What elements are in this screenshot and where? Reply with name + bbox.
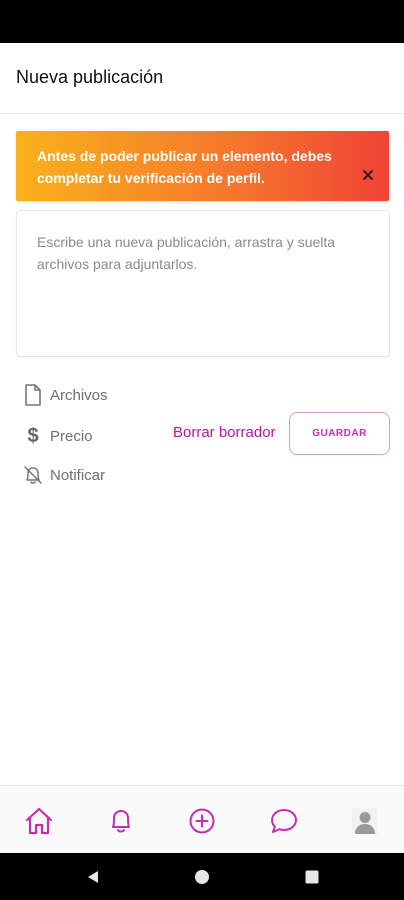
file-icon bbox=[22, 384, 44, 406]
close-icon[interactable] bbox=[359, 166, 377, 184]
verification-alert: Antes de poder publicar un elemento, deb… bbox=[16, 131, 389, 201]
price-option[interactable]: $ Precio bbox=[22, 424, 93, 448]
save-button[interactable]: GUARDAR bbox=[289, 412, 390, 455]
attach-files-option[interactable]: Archivos bbox=[22, 383, 108, 407]
home-circle-icon[interactable] bbox=[194, 869, 210, 885]
home-icon[interactable] bbox=[22, 804, 56, 838]
recents-icon[interactable] bbox=[304, 869, 320, 885]
attach-files-label: Archivos bbox=[50, 386, 108, 404]
alert-message: Antes de poder publicar un elemento, deb… bbox=[37, 148, 332, 186]
price-label: Precio bbox=[50, 427, 93, 445]
app-header: Nueva publicación bbox=[0, 43, 404, 114]
composer-placeholder: Escribe una nueva publicación, arrastra … bbox=[37, 234, 336, 272]
dollar-icon: $ bbox=[27, 425, 39, 447]
notify-label: Notificar bbox=[50, 466, 106, 484]
system-nav-bar bbox=[0, 853, 404, 900]
plus-circle-icon[interactable] bbox=[185, 804, 219, 838]
bell-off-icon bbox=[22, 464, 44, 486]
delete-draft-link[interactable]: Borrar borrador bbox=[173, 424, 276, 441]
back-icon[interactable] bbox=[85, 869, 101, 885]
page-title: Nueva publicación bbox=[16, 67, 164, 87]
bell-icon[interactable] bbox=[104, 804, 138, 838]
chat-icon[interactable] bbox=[267, 804, 301, 838]
notify-option[interactable]: Notificar bbox=[22, 463, 105, 487]
bottom-nav bbox=[0, 785, 404, 853]
status-bar bbox=[0, 0, 404, 43]
post-composer-input[interactable]: Escribe una nueva publicación, arrastra … bbox=[16, 210, 390, 357]
avatar-icon[interactable] bbox=[348, 804, 382, 838]
